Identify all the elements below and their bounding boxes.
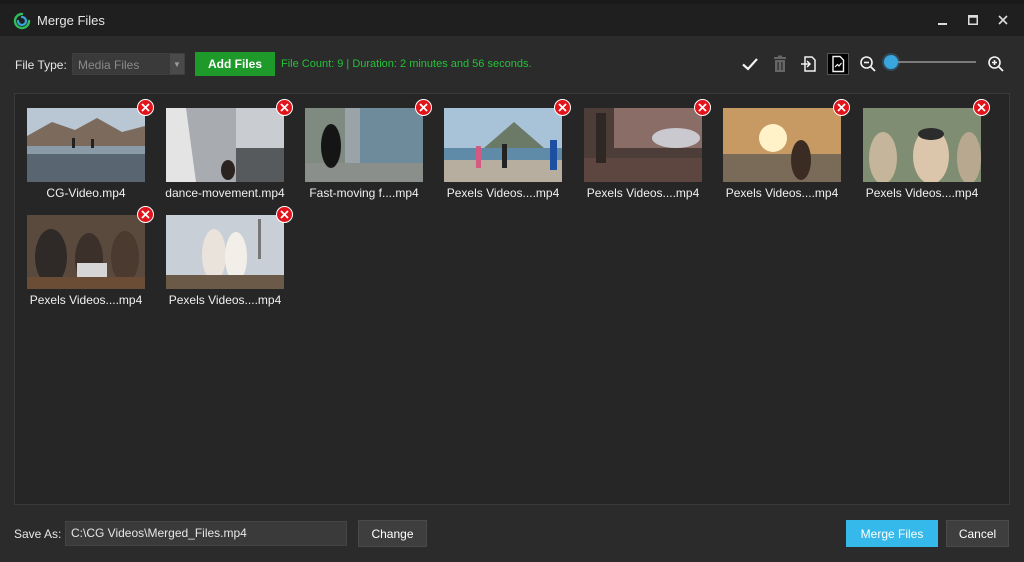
trash-icon (774, 55, 786, 72)
merge-files-button[interactable]: Merge Files (846, 520, 938, 547)
save-path-input[interactable]: C:\CG Videos\Merged_Files.mp4 (65, 521, 347, 546)
remove-file-button[interactable] (833, 99, 850, 116)
maximize-button[interactable] (958, 8, 988, 32)
file-thumbnail (723, 108, 841, 182)
file-type-select[interactable]: Media Files ▼ (72, 53, 185, 75)
zoom-out-button[interactable] (857, 53, 879, 75)
zoom-slider-thumb[interactable] (883, 55, 898, 69)
file-tile[interactable]: Pexels Videos....mp4 (584, 99, 711, 208)
zoom-out-icon (860, 56, 876, 72)
file-type-label: File Type: (15, 58, 67, 72)
file-thumbnail (584, 108, 702, 182)
file-name: Pexels Videos....mp4 (29, 293, 143, 307)
file-name: Pexels Videos....mp4 (168, 293, 282, 307)
save-as-label: Save As: (14, 527, 62, 541)
close-icon (998, 15, 1008, 25)
document-icon (832, 55, 845, 73)
check-icon (742, 58, 758, 71)
file-tile[interactable]: Pexels Videos....mp4 (444, 99, 571, 208)
remove-file-button[interactable] (973, 99, 990, 116)
minimize-icon (938, 23, 947, 25)
file-thumbnail (166, 108, 284, 182)
file-thumbnail (166, 215, 284, 289)
add-files-button[interactable]: Add Files (195, 52, 275, 76)
file-thumbnail (444, 108, 562, 182)
change-button[interactable]: Change (358, 520, 427, 547)
close-icon (558, 103, 567, 112)
remove-file-button[interactable] (276, 206, 293, 223)
close-icon (141, 210, 150, 219)
zoom-in-button[interactable] (985, 53, 1007, 75)
file-thumbnail (305, 108, 423, 182)
close-icon (837, 103, 846, 112)
remove-file-button[interactable] (554, 99, 571, 116)
close-icon (977, 103, 986, 112)
remove-file-button[interactable] (276, 99, 293, 116)
file-tile[interactable]: Fast-moving f....mp4 (305, 99, 432, 208)
file-name: CG-Video.mp4 (46, 186, 126, 200)
remove-file-button[interactable] (694, 99, 711, 116)
close-button[interactable] (988, 8, 1018, 32)
file-tile[interactable]: dance-movement.mp4 (165, 99, 293, 208)
file-thumbnail (27, 108, 145, 182)
maximize-icon (968, 15, 978, 25)
zoom-slider-track[interactable] (886, 61, 976, 63)
file-name: Fast-moving f....mp4 (309, 186, 419, 200)
close-icon (419, 103, 428, 112)
export-button[interactable] (798, 53, 820, 75)
file-name: Pexels Videos....mp4 (725, 186, 839, 200)
file-tile[interactable]: Pexels Videos....mp4 (723, 99, 850, 208)
file-thumbnail (27, 215, 145, 289)
merge-files-window: Merge Files File Type: Media Files ▼ Add… (0, 0, 1024, 562)
close-icon (280, 103, 289, 112)
close-icon (280, 210, 289, 219)
file-type-value: Media Files (78, 58, 140, 72)
remove-file-button[interactable] (137, 206, 154, 223)
minimize-button[interactable] (928, 8, 958, 32)
file-tile[interactable]: Pexels Videos....mp4 (166, 206, 293, 315)
delete-button[interactable] (769, 53, 791, 75)
zoom-in-icon (988, 56, 1004, 72)
remove-file-button[interactable] (415, 99, 432, 116)
file-status-text: File Count: 9 | Duration: 2 minutes and … (281, 58, 532, 70)
file-tile[interactable]: Pexels Videos....mp4 (27, 206, 154, 315)
file-tile[interactable]: CG-Video.mp4 (27, 99, 154, 208)
file-grid: CG-Video.mp4 dance-movement.mp4 Fast-mov… (14, 93, 1010, 505)
chevron-down-icon[interactable]: ▼ (170, 54, 184, 74)
close-icon (141, 103, 150, 112)
cancel-button[interactable]: Cancel (946, 520, 1009, 547)
title-bar[interactable]: Merge Files (0, 4, 1024, 36)
file-name: dance-movement.mp4 (165, 186, 285, 200)
window-title: Merge Files (37, 13, 105, 28)
check-button[interactable] (739, 53, 761, 75)
document-button[interactable] (827, 53, 849, 75)
file-name: Pexels Videos....mp4 (446, 186, 560, 200)
cg-logo-icon (13, 12, 31, 30)
export-icon (801, 56, 816, 72)
file-thumbnail (863, 108, 981, 182)
remove-file-button[interactable] (137, 99, 154, 116)
close-icon (698, 103, 707, 112)
file-name: Pexels Videos....mp4 (865, 186, 979, 200)
file-tile[interactable]: Pexels Videos....mp4 (863, 99, 990, 208)
file-name: Pexels Videos....mp4 (586, 186, 700, 200)
